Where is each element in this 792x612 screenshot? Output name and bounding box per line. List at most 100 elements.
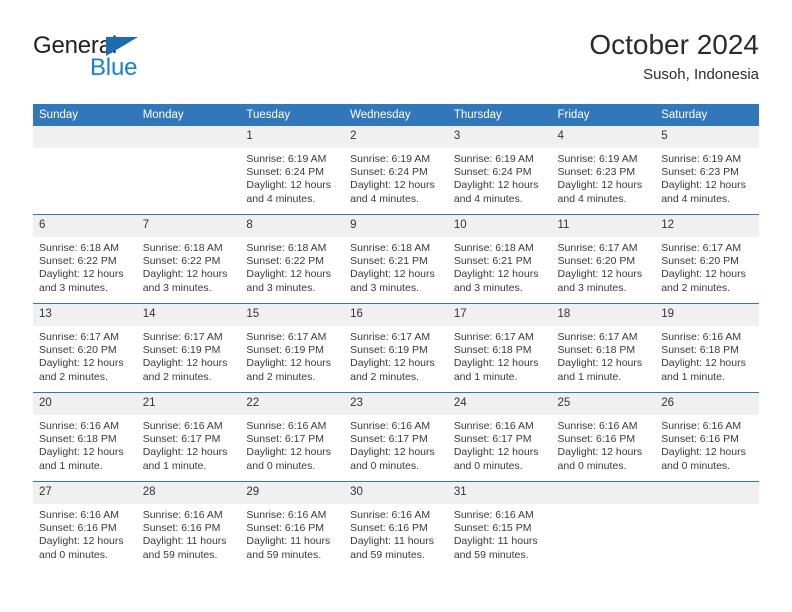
daylight-text: Daylight: 12 hours and 1 minute. bbox=[39, 446, 124, 472]
day-number: 6 bbox=[33, 215, 137, 237]
calendar-header-row: Sunday Monday Tuesday Wednesday Thursday Frid… bbox=[33, 104, 759, 126]
weekday-header-saturday: Saturday bbox=[655, 104, 759, 126]
daylight-text: Daylight: 12 hours and 4 minutes. bbox=[557, 179, 643, 205]
daylight-text: Daylight: 11 hours and 59 minutes. bbox=[142, 535, 227, 561]
sunset-text: Sunset: 6:24 PM bbox=[350, 166, 428, 179]
day-details: Sunrise: 6:17 AM Sunset: 6:18 PM Daylight:… bbox=[552, 326, 656, 384]
sunrise-text: Sunrise: 6:16 AM bbox=[246, 420, 327, 432]
day-number: 10 bbox=[447, 215, 552, 237]
day-details: Sunrise: 6:19 AM Sunset: 6:24 PM Daylight:… bbox=[344, 148, 448, 206]
calendar-day-cell[interactable]: 6 Sunrise: 6:18 AM Sunset: 6:22 PM Daylight… bbox=[33, 214, 137, 304]
calendar-day-cell[interactable]: 14 Sunrise: 6:17 AM Sunset: 6:19 PM Dayligh… bbox=[136, 303, 241, 393]
calendar-day-cell[interactable]: 8 Sunrise: 6:18 AM Sunset: 6:22 PM Daylight… bbox=[240, 214, 345, 304]
calendar-day-cell[interactable]: 17 Sunrise: 6:17 AM Sunset: 6:18 PM Dayligh… bbox=[447, 303, 552, 393]
brand-logo[interactable]: General Blue bbox=[33, 32, 233, 88]
day-number: 17 bbox=[447, 304, 552, 326]
calendar-cell-empty bbox=[33, 126, 137, 215]
daylight-text: Daylight: 12 hours and 3 minutes. bbox=[453, 268, 539, 294]
weekday-header-sunday: Sunday bbox=[33, 104, 137, 126]
calendar-day-cell[interactable]: 5 Sunrise: 6:19 AM Sunset: 6:23 PM Daylight… bbox=[655, 126, 759, 215]
calendar-day-cell[interactable]: 25 Sunrise: 6:16 AM Sunset: 6:16 PM Dayligh… bbox=[551, 392, 656, 482]
sunset-text: Sunset: 6:19 PM bbox=[350, 344, 428, 357]
calendar-day-cell[interactable]: 26 Sunrise: 6:16 AM Sunset: 6:16 PM Dayligh… bbox=[655, 392, 759, 482]
daylight-text: Daylight: 11 hours and 59 minutes. bbox=[453, 535, 538, 561]
page-header: General Blue October 2024 Susoh, Indones… bbox=[33, 28, 759, 90]
daylight-text: Daylight: 11 hours and 59 minutes. bbox=[246, 535, 331, 561]
day-number: 20 bbox=[33, 393, 137, 415]
day-number: 13 bbox=[33, 304, 137, 326]
calendar-day-cell[interactable]: 11 Sunrise: 6:17 AM Sunset: 6:20 PM Dayligh… bbox=[551, 214, 656, 304]
sunrise-text: Sunrise: 6:16 AM bbox=[39, 509, 119, 521]
calendar-day-cell[interactable]: 19 Sunrise: 6:16 AM Sunset: 6:18 PM Dayligh… bbox=[655, 303, 759, 393]
calendar-day-cell[interactable]: 23 Sunrise: 6:16 AM Sunset: 6:17 PM Dayligh… bbox=[344, 392, 448, 482]
calendar-day-cell[interactable]: 30 Sunrise: 6:16 AM Sunset: 6:16 PM Dayligh… bbox=[344, 481, 448, 570]
daylight-text: Daylight: 12 hours and 0 minutes. bbox=[350, 446, 435, 472]
sunset-text: Sunset: 6:17 PM bbox=[350, 433, 428, 446]
calendar-day-cell[interactable]: 28 Sunrise: 6:16 AM Sunset: 6:16 PM Dayligh… bbox=[136, 481, 241, 570]
calendar-day-cell[interactable]: 2 Sunrise: 6:19 AM Sunset: 6:24 PM Daylight… bbox=[344, 126, 448, 215]
calendar-day-cell[interactable]: 24 Sunrise: 6:16 AM Sunset: 6:17 PM Dayligh… bbox=[447, 392, 552, 482]
day-details: Sunrise: 6:16 AM Sunset: 6:16 PM Daylight:… bbox=[655, 415, 759, 473]
day-details: Sunrise: 6:16 AM Sunset: 6:17 PM Daylight:… bbox=[448, 415, 552, 473]
day-details: Sunrise: 6:19 AM Sunset: 6:23 PM Daylight:… bbox=[655, 148, 759, 206]
day-details: Sunrise: 6:17 AM Sunset: 6:19 PM Daylight:… bbox=[240, 326, 344, 384]
day-details: Sunrise: 6:16 AM Sunset: 6:17 PM Daylight:… bbox=[137, 415, 241, 473]
calendar-week-row: 1 Sunrise: 6:19 AM Sunset: 6:24 PM Daylight… bbox=[33, 126, 759, 215]
calendar-day-cell[interactable]: 29 Sunrise: 6:16 AM Sunset: 6:16 PM Dayligh… bbox=[240, 481, 345, 570]
calendar-day-cell[interactable]: 12 Sunrise: 6:17 AM Sunset: 6:20 PM Dayligh… bbox=[655, 214, 759, 304]
calendar-day-cell[interactable]: 13 Sunrise: 6:17 AM Sunset: 6:20 PM Dayligh… bbox=[33, 303, 137, 393]
logo-text-blue: Blue bbox=[90, 54, 138, 81]
day-number: 19 bbox=[655, 304, 759, 326]
sunrise-text: Sunrise: 6:19 AM bbox=[350, 153, 431, 165]
daylight-text: Daylight: 12 hours and 0 minutes. bbox=[557, 446, 643, 472]
sunrise-text: Sunrise: 6:17 AM bbox=[557, 242, 638, 254]
calendar-day-cell[interactable]: 18 Sunrise: 6:17 AM Sunset: 6:18 PM Dayligh… bbox=[551, 303, 656, 393]
sunset-text: Sunset: 6:15 PM bbox=[453, 522, 532, 535]
calendar-day-cell[interactable]: 15 Sunrise: 6:17 AM Sunset: 6:19 PM Dayligh… bbox=[240, 303, 345, 393]
day-number: 29 bbox=[240, 482, 345, 504]
sunrise-text: Sunrise: 6:19 AM bbox=[246, 153, 327, 165]
sunset-text: Sunset: 6:19 PM bbox=[246, 344, 325, 357]
day-details: Sunrise: 6:18 AM Sunset: 6:22 PM Daylight:… bbox=[240, 237, 344, 295]
day-number bbox=[136, 126, 241, 148]
calendar-day-cell[interactable]: 10 Sunrise: 6:18 AM Sunset: 6:21 PM Dayligh… bbox=[447, 214, 552, 304]
daylight-text: Daylight: 11 hours and 59 minutes. bbox=[350, 535, 434, 561]
daylight-text: Daylight: 12 hours and 1 minute. bbox=[661, 357, 746, 383]
calendar-day-cell[interactable]: 4 Sunrise: 6:19 AM Sunset: 6:23 PM Daylight… bbox=[551, 126, 656, 215]
day-details: Sunrise: 6:16 AM Sunset: 6:16 PM Daylight:… bbox=[552, 415, 656, 473]
daylight-text: Daylight: 12 hours and 2 minutes. bbox=[350, 357, 435, 383]
sunset-text: Sunset: 6:20 PM bbox=[557, 255, 636, 268]
day-number: 15 bbox=[240, 304, 345, 326]
sunrise-text: Sunrise: 6:16 AM bbox=[661, 420, 742, 432]
daylight-text: Daylight: 12 hours and 0 minutes. bbox=[246, 446, 332, 472]
calendar-day-cell[interactable]: 16 Sunrise: 6:17 AM Sunset: 6:19 PM Dayligh… bbox=[344, 303, 448, 393]
daylight-text: Daylight: 12 hours and 4 minutes. bbox=[350, 179, 435, 205]
day-details: Sunrise: 6:17 AM Sunset: 6:20 PM Daylight:… bbox=[655, 237, 759, 295]
day-details: Sunrise: 6:18 AM Sunset: 6:22 PM Daylight:… bbox=[137, 237, 241, 295]
sunset-text: Sunset: 6:20 PM bbox=[39, 344, 117, 357]
day-details: Sunrise: 6:16 AM Sunset: 6:18 PM Daylight:… bbox=[655, 326, 759, 384]
calendar-day-cell[interactable]: 21 Sunrise: 6:16 AM Sunset: 6:17 PM Dayligh… bbox=[136, 392, 241, 482]
calendar-cell-empty bbox=[136, 126, 241, 215]
calendar-day-cell[interactable]: 20 Sunrise: 6:16 AM Sunset: 6:18 PM Dayligh… bbox=[33, 392, 137, 482]
calendar-day-cell[interactable]: 27 Sunrise: 6:16 AM Sunset: 6:16 PM Dayligh… bbox=[33, 481, 137, 570]
sunrise-text: Sunrise: 6:18 AM bbox=[246, 242, 327, 254]
calendar-day-cell[interactable]: 3 Sunrise: 6:19 AM Sunset: 6:24 PM Daylight… bbox=[447, 126, 552, 215]
calendar-day-cell[interactable]: 31 Sunrise: 6:16 AM Sunset: 6:15 PM Dayligh… bbox=[447, 481, 552, 570]
day-number: 30 bbox=[344, 482, 448, 504]
title-block: October 2024 Susoh, Indonesia bbox=[589, 28, 759, 86]
calendar-day-cell[interactable]: 22 Sunrise: 6:16 AM Sunset: 6:17 PM Dayligh… bbox=[240, 392, 345, 482]
calendar-day-cell[interactable]: 1 Sunrise: 6:19 AM Sunset: 6:24 PM Daylight… bbox=[240, 126, 345, 215]
day-number: 22 bbox=[240, 393, 345, 415]
calendar-day-cell[interactable]: 9 Sunrise: 6:18 AM Sunset: 6:21 PM Daylight… bbox=[344, 214, 448, 304]
sunrise-text: Sunrise: 6:17 AM bbox=[661, 242, 742, 254]
calendar-day-cell[interactable]: 7 Sunrise: 6:18 AM Sunset: 6:22 PM Daylight… bbox=[136, 214, 241, 304]
daylight-text: Daylight: 12 hours and 2 minutes. bbox=[661, 268, 746, 294]
day-number bbox=[551, 482, 656, 504]
calendar-grid: Sunday Monday Tuesday Wednesday Thursday Frid… bbox=[33, 104, 759, 570]
daylight-text: Daylight: 12 hours and 0 minutes. bbox=[39, 535, 124, 561]
daylight-text: Daylight: 12 hours and 1 minute. bbox=[557, 357, 643, 383]
day-number: 8 bbox=[240, 215, 345, 237]
sunrise-text: Sunrise: 6:17 AM bbox=[39, 331, 119, 343]
sunset-text: Sunset: 6:23 PM bbox=[557, 166, 636, 179]
